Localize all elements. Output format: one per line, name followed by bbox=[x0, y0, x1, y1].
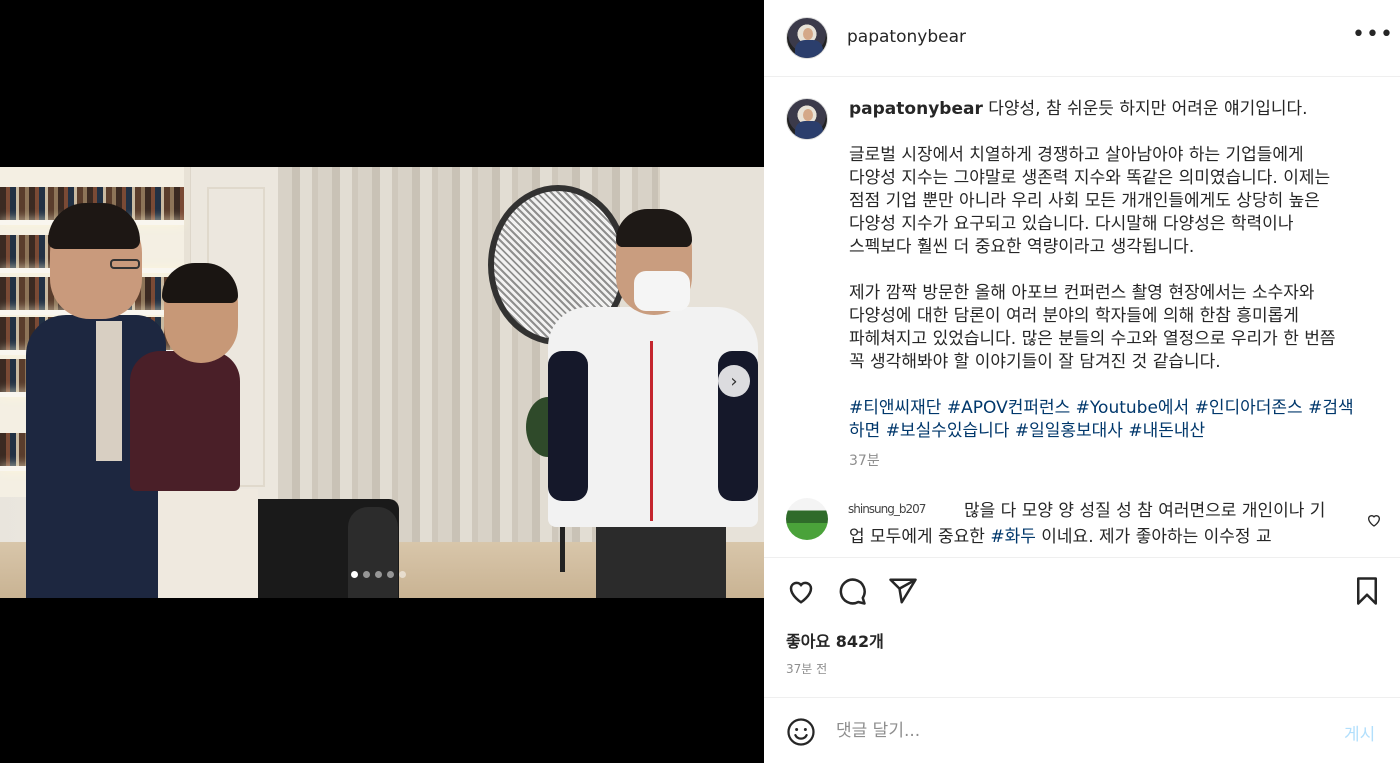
hashtag-link[interactable]: #내돈내산 bbox=[1128, 421, 1205, 441]
person-middle bbox=[128, 263, 260, 598]
carousel-dots bbox=[351, 571, 406, 579]
hashtag-list: #티앤씨재단 #APOV컨퍼런스 #Youtube에서 #인디아더존스 #검색하… bbox=[849, 397, 1354, 443]
post-sidebar: papatonybear ••• papatonybear 다양성, 참 쉬운듯… bbox=[764, 0, 1400, 763]
media-pane: › bbox=[0, 0, 764, 763]
action-bar: 좋아요 842개 37분 전 bbox=[764, 557, 1400, 697]
carousel-dot bbox=[375, 571, 382, 578]
post-header: papatonybear ••• bbox=[764, 0, 1400, 77]
chevron-right-icon: › bbox=[730, 370, 738, 392]
comment-hashtag[interactable]: #화두 bbox=[990, 527, 1036, 547]
armchair bbox=[244, 499, 399, 598]
hashtag-link[interactable]: #보실수있습니다 bbox=[886, 421, 1010, 441]
hashtag-link[interactable]: #티앤씨재단 bbox=[849, 398, 941, 418]
caption-time: 37분 bbox=[849, 453, 880, 469]
hashtag-link[interactable]: #인디아더존스 bbox=[1195, 398, 1303, 418]
header-username[interactable]: papatonybear bbox=[847, 27, 966, 47]
caption-paragraph: 글로벌 시장에서 치열하게 경쟁하고 살아남아야 하는 기업들에게 다양성 지수… bbox=[849, 145, 1331, 257]
like-count[interactable]: 좋아요 842개 bbox=[786, 628, 884, 652]
carousel-next-button[interactable]: › bbox=[718, 365, 750, 397]
comment-bubble-icon[interactable] bbox=[837, 576, 867, 606]
carousel-dot bbox=[387, 571, 394, 578]
comment-input[interactable] bbox=[836, 715, 1296, 747]
caption-avatar[interactable] bbox=[786, 98, 828, 140]
hashtag-link[interactable]: #APOV컨퍼런스 bbox=[947, 398, 1070, 418]
comment-like-heart-icon[interactable] bbox=[1366, 512, 1382, 528]
carousel-dot bbox=[399, 571, 406, 578]
person-right bbox=[538, 209, 764, 598]
post-photo[interactable]: › bbox=[0, 167, 764, 598]
caption-first-line: 다양성, 참 쉬운듯 하지만 어려운 얘기입니다. bbox=[988, 99, 1308, 119]
more-options-icon[interactable]: ••• bbox=[1352, 24, 1394, 46]
carousel-dot bbox=[351, 571, 358, 578]
hashtag-link[interactable]: #Youtube에서 bbox=[1076, 398, 1190, 418]
add-comment-bar: 게시 bbox=[764, 697, 1400, 763]
bookmark-icon[interactable] bbox=[1352, 576, 1382, 606]
comment-text: 많을 다 모양 양 성질 성 참 여러면으로 개인이나 기업 모두에게 중요한 … bbox=[849, 501, 1326, 547]
caption-paragraph: 제가 깜짝 방문한 올해 아포브 컨퍼런스 촬영 현장에서는 소수자와 다양성에… bbox=[849, 283, 1336, 372]
heart-icon[interactable] bbox=[786, 576, 816, 606]
caption: papatonybear 다양성, 참 쉬운듯 하지만 어려운 얘기입니다. 글… bbox=[849, 98, 1349, 397]
commenter-avatar[interactable] bbox=[786, 498, 828, 540]
hashtag-link[interactable]: #일일홍보대사 bbox=[1015, 421, 1123, 441]
paper-plane-icon[interactable] bbox=[888, 576, 918, 606]
carousel-dot bbox=[363, 571, 370, 578]
caption-username[interactable]: papatonybear bbox=[849, 99, 983, 119]
posted-time: 37분 전 bbox=[786, 662, 828, 676]
post-comment-button[interactable]: 게시 bbox=[1344, 720, 1375, 745]
comments-section[interactable]: papatonybear 다양성, 참 쉬운듯 하지만 어려운 얘기입니다. 글… bbox=[764, 78, 1400, 556]
avatar[interactable] bbox=[786, 17, 828, 59]
smiley-icon[interactable] bbox=[786, 717, 816, 747]
